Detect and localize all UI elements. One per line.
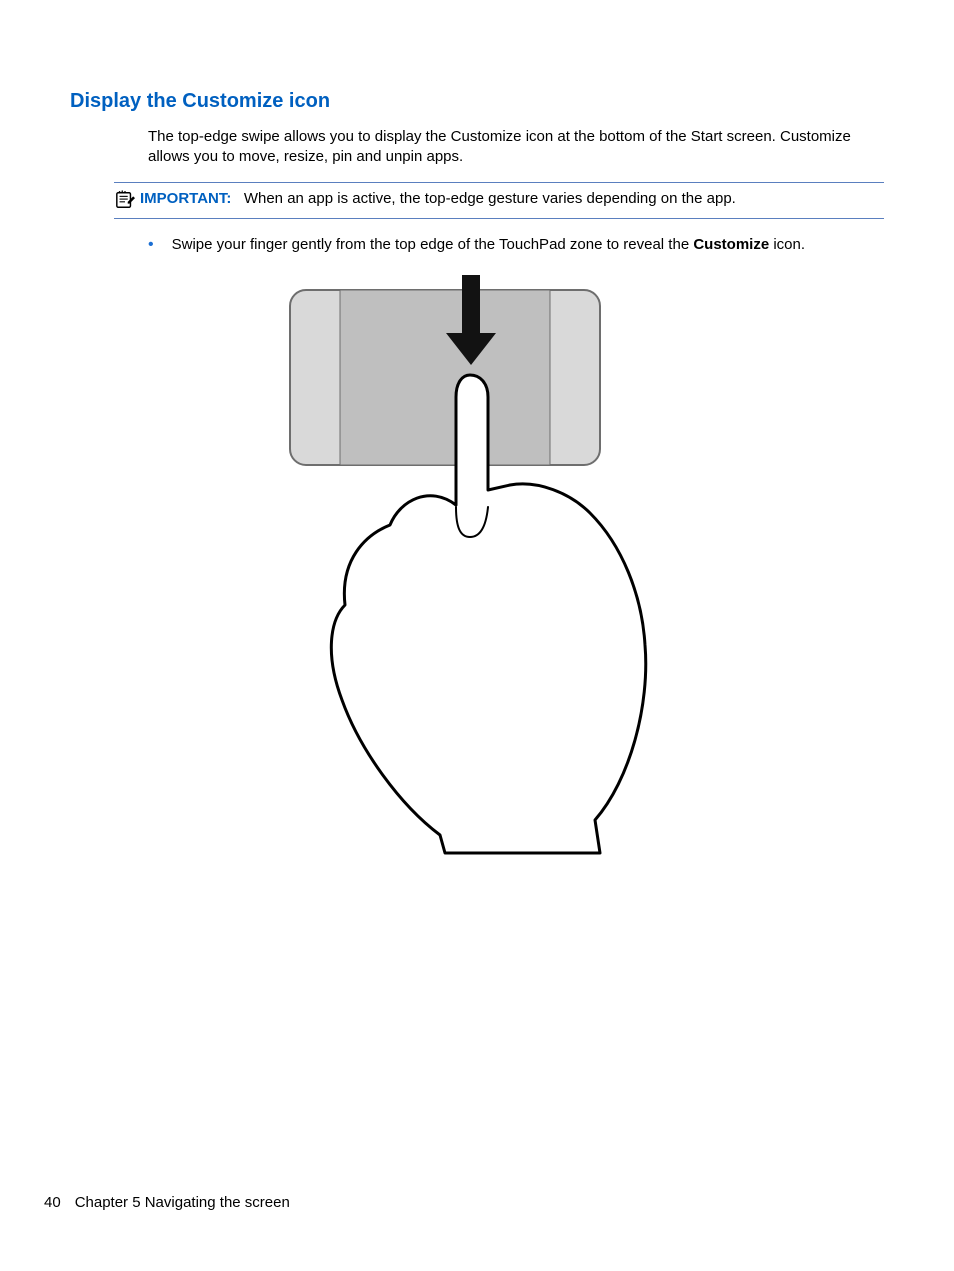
note-icon bbox=[114, 190, 136, 210]
bullet-dot-icon: • bbox=[148, 235, 154, 254]
bullet-text: Swipe your finger gently from the top ed… bbox=[172, 235, 805, 255]
intro-paragraph: The top-edge swipe allows you to display… bbox=[148, 127, 884, 168]
touchpad-swipe-figure bbox=[270, 275, 884, 860]
bullet-pre: Swipe your finger gently from the top ed… bbox=[172, 236, 694, 253]
important-note: IMPORTANT: When an app is active, the to… bbox=[114, 182, 884, 219]
note-text: When an app is active, the top-edge gest… bbox=[244, 190, 736, 207]
bullet-post: icon. bbox=[769, 236, 805, 253]
note-body: IMPORTANT: When an app is active, the to… bbox=[140, 189, 736, 209]
chapter-label: Chapter 5 Navigating the screen bbox=[75, 1194, 290, 1211]
document-page: Display the Customize icon The top-edge … bbox=[0, 0, 954, 1271]
bullet-item: • Swipe your finger gently from the top … bbox=[148, 235, 884, 255]
page-footer: 40 Chapter 5 Navigating the screen bbox=[44, 1194, 290, 1211]
bullet-bold: Customize bbox=[693, 236, 769, 253]
page-number: 40 bbox=[44, 1194, 61, 1211]
note-label: IMPORTANT: bbox=[140, 190, 231, 207]
section-heading: Display the Customize icon bbox=[70, 90, 884, 113]
